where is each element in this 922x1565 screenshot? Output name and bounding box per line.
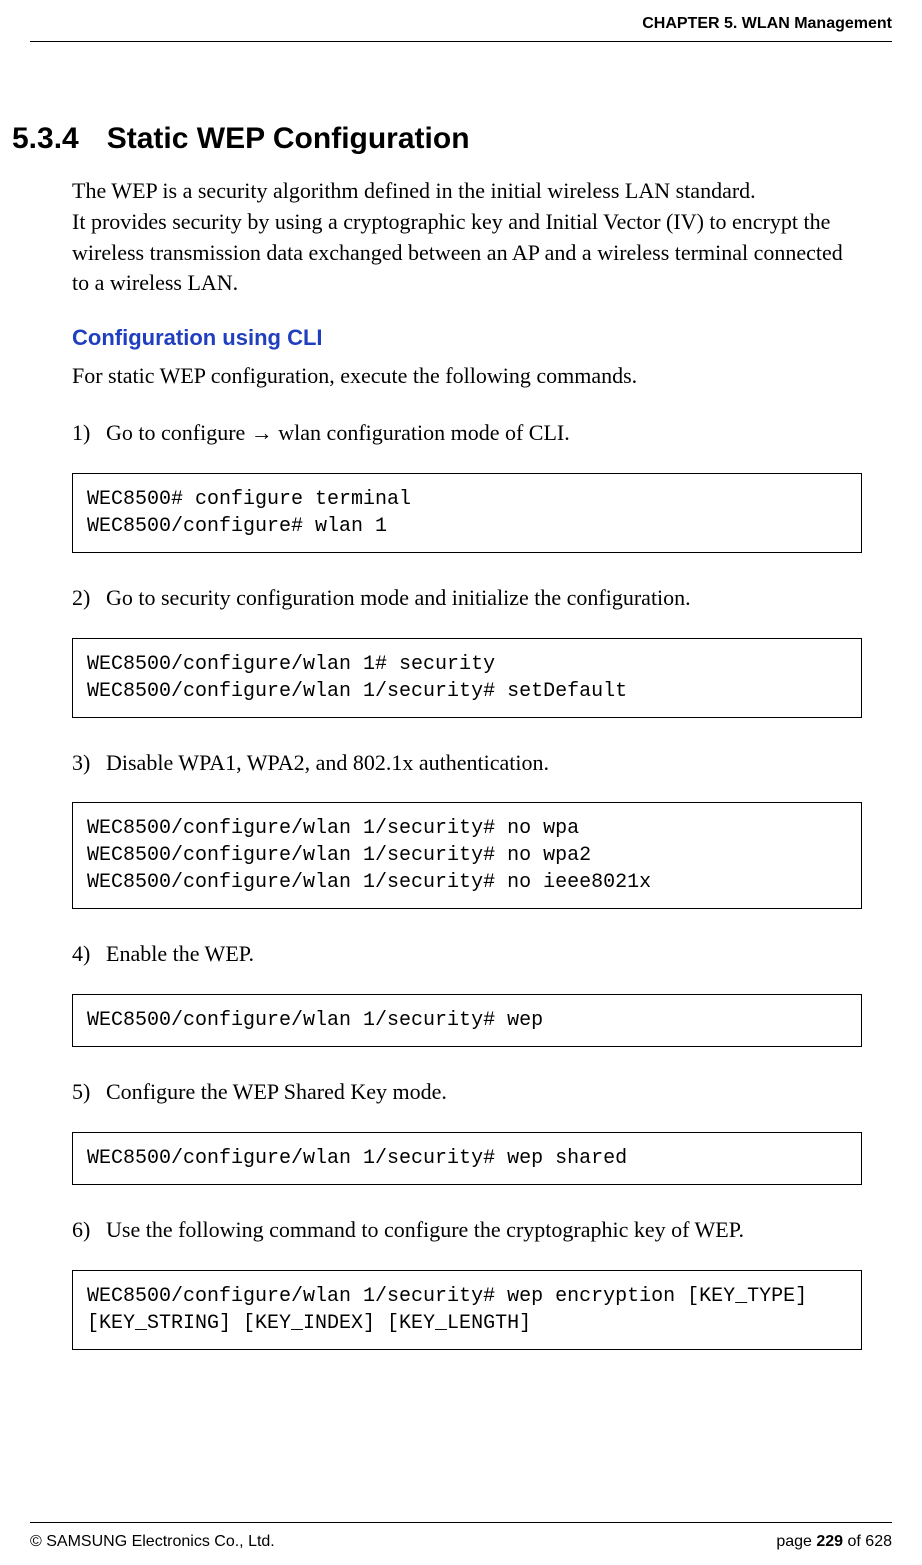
step-number: 1): [72, 418, 106, 449]
step-row: 3) Disable WPA1, WPA2, and 802.1x authen…: [72, 748, 852, 779]
page-footer: © SAMSUNG Electronics Co., Ltd. page 229…: [30, 1522, 892, 1551]
step-text: Go to configure → wlan configuration mod…: [106, 418, 852, 449]
step-row: 4) Enable the WEP.: [72, 939, 852, 970]
step-text: Use the following command to configure t…: [106, 1215, 852, 1246]
footer-page-info: page 229 of 628: [776, 1533, 892, 1551]
step-text: Configure the WEP Shared Key mode.: [106, 1077, 852, 1108]
step-number: 6): [72, 1215, 106, 1246]
step-text: Disable WPA1, WPA2, and 802.1x authentic…: [106, 748, 852, 779]
section-title: Static WEP Configuration: [107, 122, 470, 155]
code-block: WEC8500# configure terminal WEC8500/conf…: [72, 473, 862, 553]
step-number: 4): [72, 939, 106, 970]
code-block: WEC8500/configure/wlan 1/security# wep: [72, 994, 862, 1047]
section-heading: 5.3.4 Static WEP Configuration: [12, 122, 852, 156]
page-total: of 628: [843, 1533, 892, 1550]
step-row: 5) Configure the WEP Shared Key mode.: [72, 1077, 852, 1108]
page-content: 5.3.4Static WEP Configuration The WEP is…: [30, 122, 892, 1350]
code-block: WEC8500/configure/wlan 1/security# wep e…: [72, 1270, 862, 1350]
section-intro: The WEP is a security algorithm defined …: [72, 176, 852, 299]
subsection-heading: Configuration using CLI: [72, 325, 852, 351]
code-block: WEC8500/configure/wlan 1/security# wep s…: [72, 1132, 862, 1185]
footer-copyright: © SAMSUNG Electronics Co., Ltd.: [30, 1533, 275, 1551]
code-block: WEC8500/configure/wlan 1/security# no wp…: [72, 802, 862, 909]
chapter-label: CHAPTER 5. WLAN Management: [642, 15, 892, 32]
page-header: CHAPTER 5. WLAN Management: [30, 15, 892, 42]
page-current: 229: [816, 1533, 843, 1550]
step-row: 1) Go to configure → wlan configuration …: [72, 418, 852, 449]
section-number: 5.3.4: [12, 122, 79, 155]
code-block: WEC8500/configure/wlan 1# security WEC85…: [72, 638, 862, 718]
step-number: 3): [72, 748, 106, 779]
step-number: 2): [72, 583, 106, 614]
step-text: Enable the WEP.: [106, 939, 852, 970]
step-row: 6) Use the following command to configur…: [72, 1215, 852, 1246]
step-row: 2) Go to security configuration mode and…: [72, 583, 852, 614]
step-text: Go to security configuration mode and in…: [106, 583, 852, 614]
subsection-intro: For static WEP configuration, execute th…: [72, 361, 852, 392]
step-number: 5): [72, 1077, 106, 1108]
page-prefix: page: [776, 1533, 816, 1550]
